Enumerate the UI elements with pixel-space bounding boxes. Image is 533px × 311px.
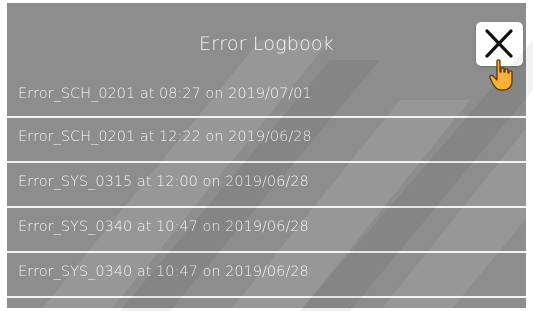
dialog-title: Error Logbook <box>199 33 334 55</box>
screen: Error Logbook Error_SCH_0201 at 08:27 on… <box>0 0 533 311</box>
dialog-header: Error Logbook <box>7 3 526 75</box>
error-label: Error_SCH_0201 at 08:27 on 2019/07/01 <box>18 86 312 102</box>
error-row[interactable]: Error_SYS_0340 at 10:47 on 2019/06/28 <box>7 208 526 253</box>
error-logbook-dialog: Error Logbook Error_SCH_0201 at 08:27 on… <box>7 3 526 308</box>
error-row[interactable]: Error_SCH_0201 at 08:27 on 2019/07/01 <box>7 75 526 118</box>
error-row[interactable]: Error_SYS_0315 at 12:00 on 2019/06/28 <box>7 163 526 208</box>
error-row[interactable]: Error_SCH_0201 at 12:22 on 2019/06/28 <box>7 118 526 163</box>
close-button[interactable] <box>476 22 523 66</box>
error-label: Error_SYS_0340 at 10:47 on 2019/06/28 <box>18 219 309 235</box>
close-icon <box>485 29 513 58</box>
error-list: Error_SCH_0201 at 08:27 on 2019/07/01 Er… <box>7 75 526 298</box>
error-label: Error_SYS_0315 at 12:00 on 2019/06/28 <box>18 174 309 190</box>
error-row[interactable]: Error_SYS_0340 at 10:47 on 2019/06/28 <box>7 253 526 298</box>
error-label: Error_SCH_0201 at 12:22 on 2019/06/28 <box>18 129 312 145</box>
error-label: Error_SYS_0340 at 10:47 on 2019/06/28 <box>18 264 309 280</box>
